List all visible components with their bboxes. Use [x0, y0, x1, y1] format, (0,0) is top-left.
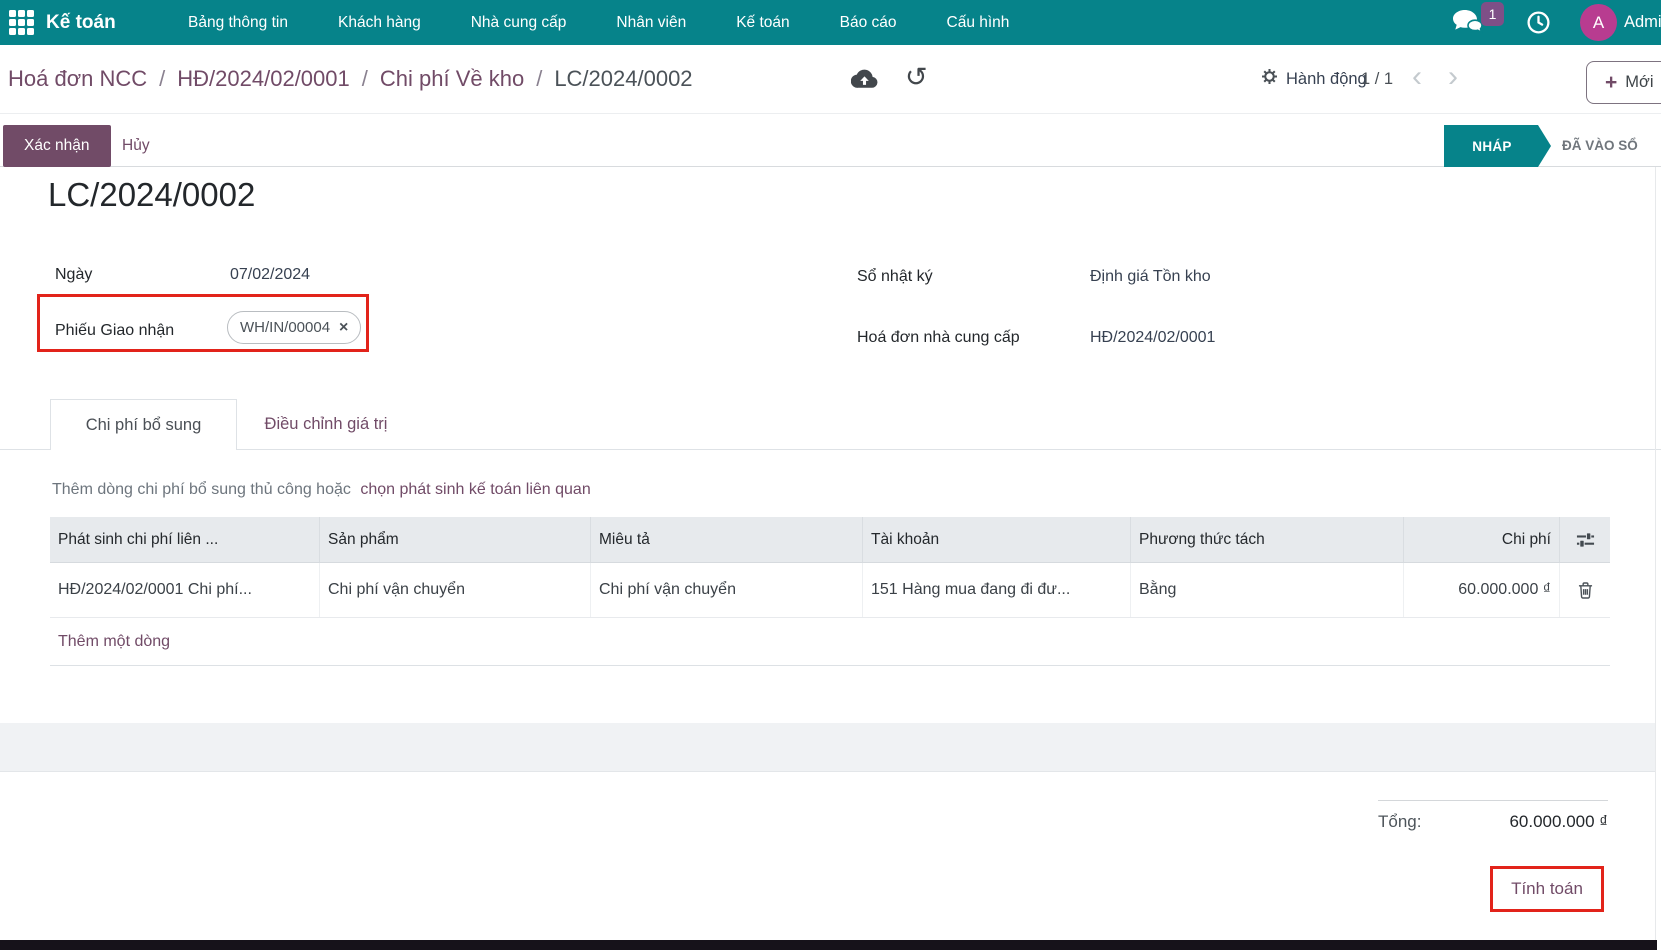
column-header-description[interactable]: Miêu tả — [591, 517, 863, 562]
breadcrumb: Hoá đơn NCC / HĐ/2024/02/0001 / Chi phí … — [8, 45, 693, 113]
date-label: Ngày — [55, 266, 92, 284]
add-line-row: Thêm một dòng — [50, 618, 1610, 666]
table-row: HĐ/2024/02/0001 Chi phí... Chi phí vận c… — [50, 563, 1610, 618]
status-posted-label[interactable]: ĐÃ VÀO SỔ — [1562, 125, 1638, 167]
totals-block: Tổng: 60.000.000 ₫ — [1378, 800, 1608, 832]
discard-undo-icon[interactable]: ↺ — [905, 61, 928, 93]
activities-clock-icon[interactable] — [1526, 10, 1551, 40]
sliders-icon — [1576, 532, 1595, 548]
column-header-origin[interactable]: Phát sinh chi phí liên ... — [50, 517, 320, 562]
nav-item-reports[interactable]: Báo cáo — [840, 14, 897, 32]
breadcrumb-separator: / — [536, 66, 542, 92]
top-nav: Kế toán Bảng thông tin Khách hàng Nhà cu… — [0, 0, 1661, 45]
control-panel: Hoá đơn NCC / HĐ/2024/02/0001 / Chi phí … — [0, 45, 1661, 113]
action-menu-button[interactable]: Hành động — [1261, 45, 1367, 113]
gear-icon — [1261, 68, 1278, 90]
helper-text: Thêm dòng chi phí bổ sung thủ công hoặc — [52, 481, 351, 498]
plus-icon: + — [1605, 71, 1617, 95]
status-draft-badge[interactable]: NHÁP — [1444, 125, 1551, 167]
new-record-button[interactable]: + Mới — [1586, 61, 1661, 104]
delete-row-button[interactable] — [1560, 563, 1610, 617]
column-header-split-method[interactable]: Phương thức tách — [1131, 517, 1404, 562]
cell-split-method[interactable]: Bằng — [1131, 563, 1404, 617]
date-value[interactable]: 07/02/2024 — [230, 266, 310, 284]
breadcrumb-separator: / — [159, 66, 165, 92]
table-header-row: Phát sinh chi phí liên ... Sản phẩm Miêu… — [50, 517, 1610, 563]
total-label: Tổng: — [1378, 812, 1421, 832]
picking-tag-label: WH/IN/00004 — [240, 319, 330, 336]
user-name[interactable]: Admin — [1624, 0, 1661, 45]
app-name[interactable]: Kế toán — [46, 0, 116, 45]
empty-stripe — [0, 723, 1655, 772]
breadcrumb-link-vendor-bills[interactable]: Hoá đơn NCC — [8, 66, 147, 92]
breadcrumb-current: LC/2024/0002 — [554, 66, 692, 92]
total-value: 60.000.000 ₫ — [1509, 812, 1608, 832]
cell-cost[interactable]: 60.000.000 ₫ — [1404, 563, 1560, 617]
breadcrumb-separator: / — [362, 66, 368, 92]
cost-lines-table: Phát sinh chi phí liên ... Sản phẩm Miêu… — [50, 517, 1610, 666]
scrollbar-gutter — [1655, 167, 1656, 940]
pager-next-button[interactable]: › — [1448, 45, 1458, 113]
cell-product[interactable]: Chi phí vận chuyển — [320, 563, 591, 617]
column-header-product[interactable]: Sản phẩm — [320, 517, 591, 562]
nav-item-employees[interactable]: Nhân viên — [616, 14, 686, 32]
user-avatar[interactable]: A — [1580, 4, 1617, 41]
cancel-button[interactable]: Hủy — [122, 125, 150, 167]
message-count-badge: 1 — [1481, 2, 1504, 26]
journal-value[interactable]: Định giá Tồn kho — [1090, 268, 1211, 286]
vendor-bill-label: Hoá đơn nhà cung cấp — [857, 329, 1020, 347]
annotation-highlight-compute: Tính toán — [1490, 866, 1604, 912]
vendor-bill-value[interactable]: HĐ/2024/02/0001 — [1090, 329, 1215, 347]
tabs-divider — [0, 449, 1661, 450]
cell-origin[interactable]: HĐ/2024/02/0001 Chi phí... — [50, 563, 320, 617]
tab-additional-costs[interactable]: Chi phí bổ sung — [50, 399, 237, 450]
pager-counter: 1 / 1 — [1361, 45, 1393, 113]
messages-icon[interactable] — [1451, 8, 1483, 43]
trash-icon — [1578, 582, 1593, 599]
window-bottom-edge — [0, 940, 1657, 950]
column-header-account[interactable]: Tài khoản — [863, 517, 1131, 562]
nav-item-vendors[interactable]: Nhà cung cấp — [471, 14, 567, 32]
pager-previous-button[interactable]: ‹ — [1412, 45, 1422, 113]
nav-item-settings[interactable]: Cấu hình — [947, 14, 1010, 32]
nav-menu: Bảng thông tin Khách hàng Nhà cung cấp N… — [188, 0, 1009, 45]
tag-remove-icon[interactable]: × — [339, 320, 348, 336]
save-cloud-icon[interactable] — [851, 68, 878, 95]
picking-tag[interactable]: WH/IN/00004 × — [227, 311, 361, 344]
record-title: LC/2024/0002 — [48, 176, 255, 214]
column-header-cost[interactable]: Chi phí — [1404, 517, 1560, 562]
breadcrumb-link-bill[interactable]: HĐ/2024/02/0001 — [177, 66, 349, 92]
statusbar: Xác nhận Hủy NHÁP ĐÃ VÀO SỔ — [0, 113, 1661, 167]
tab-valuation-adjustments[interactable]: Điều chỉnh giá trị — [237, 399, 415, 449]
nav-item-customers[interactable]: Khách hàng — [338, 14, 421, 32]
nav-item-accounting[interactable]: Kế toán — [736, 14, 789, 32]
helper-text-row: Thêm dòng chi phí bổ sung thủ công hoặc … — [52, 481, 591, 499]
helper-link[interactable]: chọn phát sinh kế toán liên quan — [360, 481, 590, 498]
add-line-link[interactable]: Thêm một dòng — [58, 633, 170, 651]
compute-button[interactable]: Tính toán — [1511, 879, 1583, 899]
breadcrumb-link-landed-costs[interactable]: Chi phí Về kho — [380, 66, 524, 92]
journal-label: Sổ nhật ký — [857, 268, 933, 286]
nav-item-dashboard[interactable]: Bảng thông tin — [188, 14, 288, 32]
apps-grid-icon[interactable] — [9, 10, 34, 35]
action-menu-label: Hành động — [1286, 70, 1367, 89]
picking-label: Phiếu Giao nhận — [55, 322, 174, 340]
confirm-button[interactable]: Xác nhận — [3, 125, 111, 167]
optional-columns-button[interactable] — [1560, 517, 1610, 562]
cell-account[interactable]: 151 Hàng mua đang đi đư... — [863, 563, 1131, 617]
screen: Kế toán Bảng thông tin Khách hàng Nhà cu… — [0, 0, 1661, 950]
new-button-label: Mới — [1625, 73, 1653, 92]
cell-description[interactable]: Chi phí vận chuyển — [591, 563, 863, 617]
